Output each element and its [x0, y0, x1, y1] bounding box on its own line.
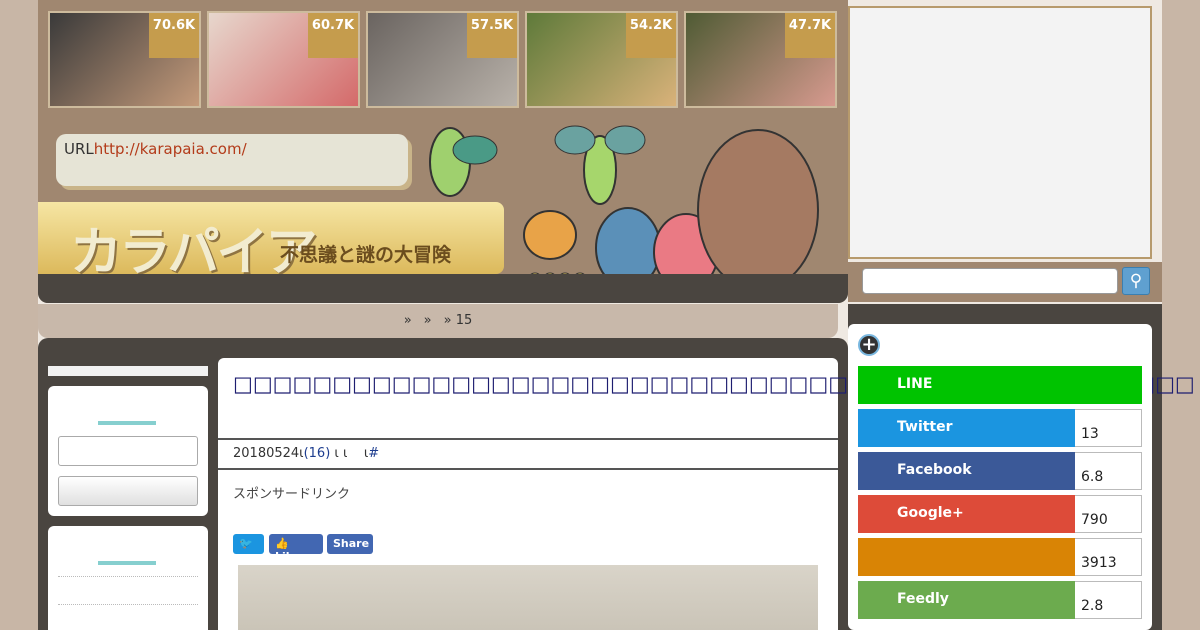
sidebar-search-panel	[48, 386, 208, 516]
sidebar-top-strip	[48, 366, 208, 376]
popular-thumb[interactable]: 70.6K	[48, 11, 201, 108]
popular-thumb[interactable]: 54.2K	[525, 11, 678, 108]
popular-thumb[interactable]: 47.7K	[684, 11, 837, 108]
share-count: 6.8	[1075, 452, 1142, 490]
panel-heading-bar	[98, 421, 156, 425]
breadcrumb: » » » 15	[38, 304, 838, 338]
mascot-wing	[604, 125, 646, 155]
thumbs-up-icon: 👍	[275, 537, 289, 550]
share-label[interactable]: Google+	[858, 495, 1075, 533]
share-label[interactable]: Twitter	[858, 409, 1075, 447]
share-count: 790	[1075, 495, 1142, 533]
breadcrumb-item: » 15	[443, 313, 473, 328]
url-box: URLhttp://karapaia.com/	[56, 134, 408, 186]
article: □□□□□□□□□□□□□□□□□□□□□□□□□□□□□□□□□□□□□□□□…	[218, 358, 1195, 630]
fb-share-label: Share	[333, 537, 370, 550]
share-row[interactable]: LINE	[858, 366, 1142, 404]
view-count: 54.2K	[626, 13, 676, 58]
twitter-icon: 🐦	[239, 537, 253, 550]
share-count: 2.8	[1075, 581, 1142, 619]
popular-thumb[interactable]: 57.5K	[366, 11, 519, 108]
breadcrumb-item[interactable]: »	[424, 313, 432, 328]
share-row[interactable]: Facebook 6.8	[858, 452, 1142, 490]
popular-thumb[interactable]: 60.7K	[207, 11, 360, 108]
sponsor-label: スポンサードリンク	[233, 487, 351, 502]
list-divider	[58, 576, 198, 577]
site-tagline: 不思議と謎の大冒険	[280, 244, 452, 266]
site-logo[interactable]: カラパイア 不思議と謎の大冒険	[38, 202, 504, 283]
share-count: 3913	[1075, 538, 1142, 576]
mascot-body	[523, 210, 577, 260]
header-bar	[38, 274, 848, 303]
share-label[interactable]: Facebook	[858, 452, 1075, 490]
mascot-wing	[452, 135, 498, 165]
meta-separator: ι ι	[334, 446, 348, 461]
share-label[interactable]: LINE	[858, 366, 1142, 404]
panel-heading-bar	[98, 561, 156, 565]
share-count: 13	[1075, 409, 1142, 447]
social-share-panel: + LINE Twitter 13 Facebook 6.8 Google+ 790 3913…	[848, 324, 1152, 630]
hash-link[interactable]: #	[368, 446, 379, 461]
fb-like-button[interactable]: 👍 Like	[269, 534, 323, 563]
tweet-button[interactable]: 🐦	[233, 534, 264, 554]
sidebar-search-button[interactable]	[58, 476, 198, 506]
url-label: URL	[64, 140, 94, 158]
article-title: □□□□□□□□□□□□□□□□□□□□□□□□□□□□□□□□□□□□□□□□…	[233, 372, 1195, 396]
article-date: 20180524	[233, 446, 300, 461]
mascot-body	[697, 129, 819, 291]
search-input[interactable]	[862, 268, 1118, 294]
breadcrumb-item[interactable]: »	[404, 313, 412, 328]
ad-slot[interactable]	[848, 6, 1152, 259]
site-url-link[interactable]: http://karapaia.com/	[94, 140, 247, 158]
mascot-wing	[554, 125, 596, 155]
plus-icon[interactable]: +	[858, 334, 880, 356]
share-row[interactable]: Feedly 2.8	[858, 581, 1142, 619]
view-count: 47.7K	[785, 13, 835, 58]
article-image	[238, 565, 818, 630]
sidebar-list-panel	[48, 526, 208, 630]
view-count: 57.5K	[467, 13, 517, 58]
share-label[interactable]	[858, 538, 1075, 576]
view-count: 60.7K	[308, 13, 358, 58]
share-row[interactable]: Google+ 790	[858, 495, 1142, 533]
view-count: 70.6K	[149, 13, 199, 58]
article-meta: 20180524ι(16) ι ι ι#	[218, 438, 838, 470]
list-divider	[58, 604, 198, 605]
share-row[interactable]: 3913	[858, 538, 1142, 576]
search-button[interactable]: ⚲	[1122, 267, 1150, 295]
fb-like-label: Like	[275, 550, 301, 563]
share-row[interactable]: Twitter 13	[858, 409, 1142, 447]
comment-count-link[interactable]: (16)	[304, 446, 331, 461]
search-icon: ⚲	[1129, 271, 1143, 291]
share-label[interactable]: Feedly	[858, 581, 1075, 619]
fb-share-button[interactable]: Share	[327, 534, 373, 554]
sidebar-search-input[interactable]	[58, 436, 198, 466]
